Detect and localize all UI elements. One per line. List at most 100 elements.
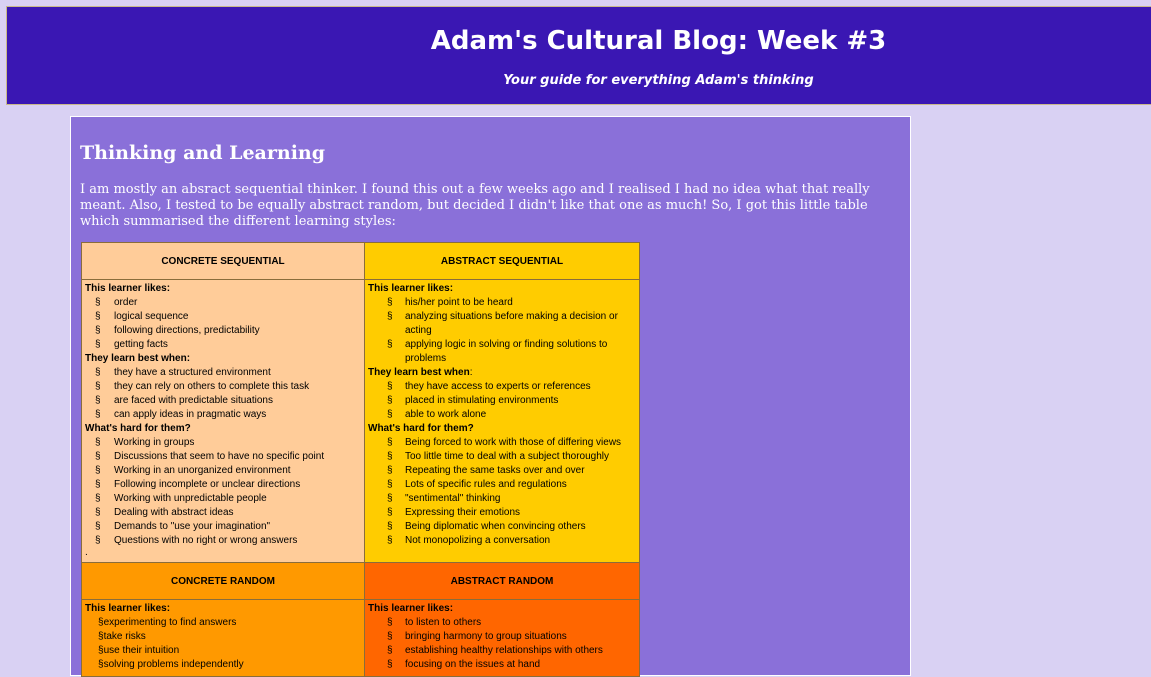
list-item-text: focusing on the issues at hand (405, 659, 541, 670)
list-item-text: "sentimental" thinking (405, 493, 501, 504)
section-bullet-icon: § (387, 659, 393, 670)
list-item: § Being forced to work with those of diff… (368, 436, 636, 450)
list-item: § Working with unpredictable people (85, 492, 361, 506)
list-item-text: applying logic in solving or finding sol… (405, 339, 608, 364)
section-label: They learn best when: (85, 353, 191, 364)
list-item: § Repeating the same tasks over and over (368, 464, 636, 478)
section-label: This learner likes: (368, 603, 454, 614)
section-bullet-icon: § (387, 297, 393, 308)
list-item-text: following directions, predictability (114, 325, 260, 336)
post-intro: I am mostly an absract sequential thinke… (80, 182, 870, 229)
list-item-text: logical sequence (114, 311, 189, 322)
section-bullet-icon: § (387, 311, 393, 322)
section-bullet-icon: § (387, 395, 393, 406)
list-item: § use their intuition (85, 644, 361, 658)
section-bullet-icon: § (95, 381, 101, 392)
list-item-text: to listen to others (405, 617, 482, 628)
list-item-text: experimenting to find answers (103, 617, 237, 628)
section-bullet-icon: § (387, 535, 393, 546)
section-label: This learner likes: (85, 603, 171, 614)
list-item: § solving problems independently (85, 658, 361, 672)
list-item: § Expressing their emotions (368, 506, 636, 520)
concrete-sequential-cell: This learner likes: § order § logical sequen… (81, 279, 365, 563)
trailing-dot: . (85, 547, 88, 558)
section-bullet-icon: § (95, 395, 101, 406)
section-bullet-icon: § (98, 645, 104, 656)
list-item-text: Discussions that seem to have no specifi… (114, 451, 325, 462)
section-bullet-icon: § (98, 617, 104, 628)
list-item: § Working in groups (85, 436, 361, 450)
list-item-text: Working in an unorganized environment (114, 465, 291, 476)
list-item: § following directions, predictability (85, 324, 361, 338)
section-bullet-icon: § (95, 297, 101, 308)
list-item-text: Working with unpredictable people (114, 493, 267, 504)
list-item: § applying logic in solving or finding so… (368, 338, 636, 366)
section-bullet-icon: § (95, 339, 101, 350)
list-item: § they have access to experts or referenc… (368, 380, 636, 394)
section-bullet-icon: § (387, 339, 393, 350)
section-label: What's hard for them? (368, 423, 474, 434)
list-item: § logical sequence (85, 310, 361, 324)
list-item: § Following incomplete or unclear directi… (85, 478, 361, 492)
section-bullet-icon: § (95, 409, 101, 420)
list-item: § Being diplomatic when convincing others (368, 520, 636, 534)
list-item: § Dealing with abstract ideas (85, 506, 361, 520)
list-item: § establishing healthy relationships with… (368, 644, 636, 658)
list-item-text: Following incomplete or unclear directio… (114, 479, 301, 490)
list-item-text: they have a structured environment (114, 367, 271, 378)
list-item: § are faced with predictable situations (85, 394, 361, 408)
list-item-text: Being diplomatic when convincing others (405, 521, 586, 532)
list-item-text: are faced with predictable situations (114, 395, 273, 406)
section-bullet-icon: § (95, 437, 101, 448)
list-item: § Too little time to deal with a subject … (368, 450, 636, 464)
list-item: § Not monopolizing a conversation (368, 534, 636, 548)
section-bullet-icon: § (95, 479, 101, 490)
list-item-text: getting facts (114, 339, 168, 350)
list-item-text: take risks (103, 631, 146, 642)
section-bullet-icon: § (387, 631, 393, 642)
section-bullet-icon: § (98, 631, 104, 642)
list-item-text: Dealing with abstract ideas (114, 507, 234, 518)
abstract-sequential-header: ABSTRACT SEQUENTIAL (364, 242, 640, 280)
section-bullet-icon: § (387, 617, 393, 628)
section-bullet-icon: § (387, 479, 393, 490)
list-item: § Lots of specific rules and regulations (368, 478, 636, 492)
list-item: § order (85, 296, 361, 310)
list-item-text: analyzing situations before making a dec… (405, 311, 618, 336)
concrete-random-header: CONCRETE RANDOM (81, 562, 365, 600)
list-item-text: establishing healthy relationships with … (405, 645, 603, 656)
section-bullet-icon: § (387, 645, 393, 656)
list-item-text: they have access to experts or reference… (405, 381, 591, 392)
list-item: § to listen to others (368, 616, 636, 630)
section-label: They learn best when: (368, 366, 636, 380)
section-bullet-icon: § (387, 437, 393, 448)
section-bullet-icon: § (95, 535, 101, 546)
section-label: This learner likes: (85, 283, 171, 294)
post-title: Thinking and Learning (80, 142, 326, 164)
section-bullet-icon: § (387, 507, 393, 518)
blog-subtitle: Your guide for everything Adam's thinkin… (503, 73, 814, 88)
post-content: Thinking and Learning I am mostly an abs… (70, 116, 911, 677)
section-bullet-icon: § (387, 451, 393, 462)
list-item: § they have a structured environment (85, 366, 361, 380)
list-item: § Questions with no right or wrong answer… (85, 534, 361, 548)
list-item: § bringing harmony to group situations (368, 630, 636, 644)
list-item-text: Working in groups (114, 437, 195, 448)
section-label-colon: : (469, 367, 473, 378)
section-bullet-icon: § (95, 493, 101, 504)
section-bullet-icon: § (95, 311, 101, 322)
section-bullet-icon: § (387, 381, 393, 392)
list-item-text: they can rely on others to complete this… (114, 381, 310, 392)
learning-styles-table: CONCRETE SEQUENTIAL ABSTRACT SEQUENTIAL … (81, 242, 640, 677)
abstract-random-cell: This learner likes: § to listen to others §… (364, 599, 640, 677)
list-item: § focusing on the issues at hand (368, 658, 636, 672)
list-item-text: able to work alone (405, 409, 487, 420)
list-item-text: use their intuition (103, 645, 180, 656)
section-bullet-icon: § (95, 465, 101, 476)
list-item: § able to work alone (368, 408, 636, 422)
blog-header: Adam's Cultural Blog: Week #3 Your guide… (6, 6, 1151, 105)
section-bullet-icon: § (387, 521, 393, 532)
section-bullet-icon: § (95, 521, 101, 532)
list-item-text: Not monopolizing a conversation (405, 535, 551, 546)
list-item-text: Being forced to work with those of diffe… (405, 437, 622, 448)
